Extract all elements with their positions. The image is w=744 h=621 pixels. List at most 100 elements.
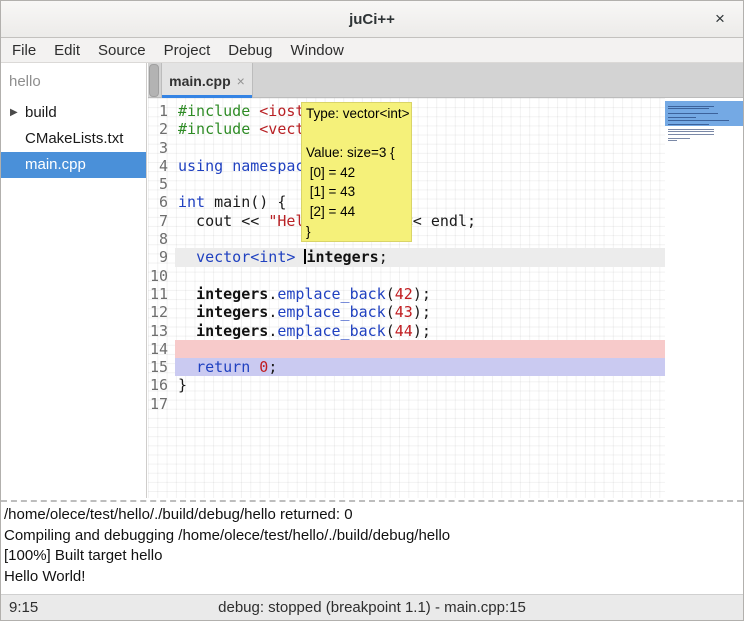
- menu-item-project[interactable]: Project: [155, 38, 220, 63]
- code-line-content[interactable]: integers.emplace_back(42);: [175, 285, 665, 303]
- code-token: using: [178, 157, 223, 175]
- code-token: vector<int>: [196, 248, 295, 266]
- code-line-content[interactable]: [175, 139, 665, 157]
- code-token: [178, 358, 196, 376]
- code-line-content[interactable]: [175, 395, 665, 413]
- minimap-code-preview: [668, 106, 742, 143]
- build-output-terminal[interactable]: /home/olece/test/hello/./build/debug/hel…: [1, 503, 743, 594]
- minimap-line: [668, 113, 718, 114]
- minimap-line: [668, 124, 709, 125]
- minimap-line: [668, 106, 714, 107]
- tooltip-line: }: [306, 222, 411, 242]
- code-line-content[interactable]: }: [175, 376, 665, 394]
- line-number: 10: [148, 267, 175, 285]
- code-line[interactable]: 11 integers.emplace_back(42);: [148, 285, 665, 303]
- terminal-line: Hello World!: [4, 567, 743, 588]
- code-line-content[interactable]: vector<int> integers;: [175, 248, 665, 266]
- code-token: integers: [196, 285, 268, 303]
- app-window: juCi++ × FileEditSourceProjectDebugWindo…: [0, 0, 744, 621]
- line-number: 14: [148, 340, 175, 358]
- debug-value-tooltip: Type: vector<int> Value: size=3 { [0] = …: [301, 102, 412, 242]
- menu-item-source[interactable]: Source: [89, 38, 155, 63]
- code-line-content[interactable]: cout << "Hello World!" << endl;: [175, 212, 665, 230]
- line-number: 4: [148, 157, 175, 175]
- code-token: 0: [259, 358, 268, 376]
- tooltip-line: Value: size=3 {: [306, 143, 411, 163]
- code-line-content[interactable]: #include <iostream>: [175, 102, 665, 120]
- code-line-content[interactable]: return 0;: [175, 358, 665, 376]
- code-line-content[interactable]: #include <vector>: [175, 120, 665, 138]
- code-line[interactable]: 10: [148, 267, 665, 285]
- code-line[interactable]: 13 integers.emplace_back(44);: [148, 322, 665, 340]
- project-name-label: hello: [1, 63, 146, 92]
- code-token: integers: [196, 322, 268, 340]
- tooltip-line: [1] = 43: [306, 182, 411, 202]
- expander-icon[interactable]: ▶: [10, 100, 18, 126]
- code-token: );: [413, 303, 431, 321]
- code-token: emplace_back: [277, 322, 385, 340]
- debug-status-label: debug: stopped (breakpoint 1.1) - main.c…: [1, 595, 743, 621]
- tab-label: main.cpp: [169, 73, 230, 89]
- code-token: emplace_back: [277, 303, 385, 321]
- code-token: (: [386, 303, 395, 321]
- terminal-line: [100%] Built target hello: [4, 546, 743, 567]
- code-line-content[interactable]: [175, 230, 665, 248]
- code-line-content[interactable]: [175, 340, 665, 358]
- window-close-icon[interactable]: ×: [707, 1, 733, 38]
- code-token: .: [268, 303, 277, 321]
- terminal-line: /home/olece/test/hello/./build/debug/hel…: [4, 505, 743, 526]
- code-token: 43: [395, 303, 413, 321]
- code-line-content[interactable]: [175, 267, 665, 285]
- code-line-content[interactable]: integers.emplace_back(44);: [175, 322, 665, 340]
- menu-item-debug[interactable]: Debug: [219, 38, 281, 63]
- tooltip-line: [0] = 42: [306, 163, 411, 183]
- file-tree: ▶ build CMakeLists.txt main.cpp: [1, 100, 146, 178]
- tab-main-cpp[interactable]: main.cpp ×: [161, 63, 253, 98]
- scrollbar-thumb[interactable]: [149, 64, 159, 97]
- code-token: main() {: [205, 193, 286, 211]
- menu-item-window[interactable]: Window: [281, 38, 352, 63]
- tree-item-label: CMakeLists.txt: [25, 130, 123, 147]
- code-line-content[interactable]: [175, 175, 665, 193]
- code-line[interactable]: 12 integers.emplace_back(43);: [148, 303, 665, 321]
- source-minimap[interactable]: [665, 98, 744, 498]
- minimap-viewport[interactable]: [665, 101, 744, 126]
- minimap-line: [668, 140, 677, 141]
- code-line-content[interactable]: int main() {: [175, 193, 665, 211]
- sidebar-item-main-cpp[interactable]: main.cpp: [1, 152, 146, 178]
- code-line[interactable]: 15 return 0;: [148, 358, 665, 376]
- minimap-line: [668, 117, 696, 118]
- code-token: #include: [178, 102, 250, 120]
- sidebar-item-cmakelists-txt[interactable]: CMakeLists.txt: [1, 126, 146, 152]
- line-number: 6: [148, 193, 175, 211]
- code-token: );: [413, 322, 431, 340]
- code-line[interactable]: 17: [148, 395, 665, 413]
- code-token: int: [178, 193, 205, 211]
- code-token: emplace_back: [277, 285, 385, 303]
- code-line-content[interactable]: using namespace std;: [175, 157, 665, 175]
- code-line[interactable]: 9 vector<int> integers;: [148, 248, 665, 266]
- menu-item-file[interactable]: File: [3, 38, 45, 63]
- tooltip-line: [2] = 44: [306, 202, 411, 222]
- tooltip-line: [306, 124, 411, 144]
- code-token: (: [386, 322, 395, 340]
- titlebar[interactable]: juCi++ ×: [1, 1, 743, 38]
- line-number: 2: [148, 120, 175, 138]
- code-token: [178, 303, 196, 321]
- tab-close-icon[interactable]: ×: [237, 73, 245, 89]
- code-token: [250, 120, 259, 138]
- code-line[interactable]: 16}: [148, 376, 665, 394]
- menu-item-edit[interactable]: Edit: [45, 38, 89, 63]
- tree-item-label: build: [25, 104, 57, 121]
- code-line[interactable]: 14: [148, 340, 665, 358]
- line-number: 12: [148, 303, 175, 321]
- code-token: [178, 285, 196, 303]
- code-token: integers: [196, 303, 268, 321]
- menu-bar: FileEditSourceProjectDebugWindow: [1, 38, 743, 63]
- sidebar-item-build[interactable]: ▶ build: [1, 100, 146, 126]
- code-line-content[interactable]: integers.emplace_back(43);: [175, 303, 665, 321]
- tree-item-label: main.cpp: [25, 156, 86, 173]
- code-token: [250, 358, 259, 376]
- code-token: (: [386, 285, 395, 303]
- minimap-line: [668, 129, 714, 130]
